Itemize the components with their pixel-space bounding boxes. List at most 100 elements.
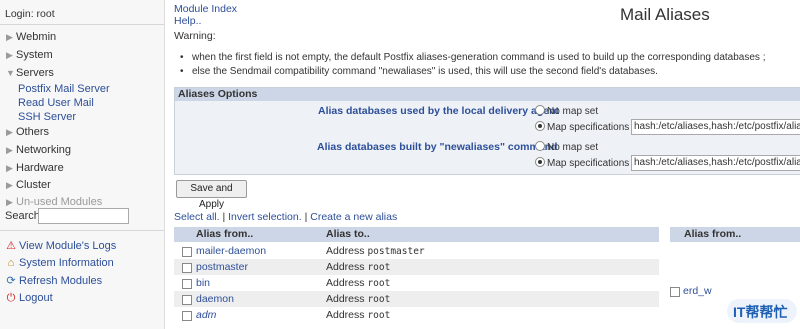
home-icon: ⌂	[7, 257, 15, 269]
module-index-link[interactable]: Module Index	[174, 3, 237, 15]
refresh-icon: ⟳	[6, 275, 16, 287]
category-servers[interactable]: ▼Servers	[6, 67, 54, 83]
row-checkbox[interactable]	[182, 279, 192, 289]
row-checkbox[interactable]	[182, 247, 192, 257]
view-logs-link[interactable]: ⚠ View Module's Logs	[5, 239, 116, 252]
logo-text: IT帮帮忙	[733, 304, 787, 320]
newaliases-map-spec-radio[interactable]: Map specifications	[535, 157, 629, 169]
alias-to-cell: Address root	[326, 277, 390, 289]
category-cluster[interactable]: ▶ Cluster	[6, 179, 51, 195]
alias-type: Address	[326, 309, 365, 321]
help-link[interactable]: Help..	[174, 15, 201, 27]
alias-target: postmaster	[367, 246, 425, 257]
radio-label: No map set	[547, 106, 599, 117]
link-label: View Module's Logs	[19, 240, 117, 252]
alias-to-cell: Address postmaster	[326, 245, 425, 257]
alias-from-link[interactable]: mailer-daemon	[196, 245, 266, 257]
refresh-modules-link[interactable]: ⟳ Refresh Modules	[5, 274, 102, 287]
alias-type: Address	[326, 245, 365, 257]
chevron-down-icon: ▼	[6, 68, 15, 78]
alias-target: root	[367, 294, 391, 305]
row-checkbox[interactable]	[182, 295, 192, 305]
page-title: Mail Aliases	[620, 5, 710, 24]
panel-header: Aliases Options	[175, 88, 800, 101]
chevron-right-icon: ▶	[6, 197, 13, 207]
category-webmin[interactable]: ▶ Webmin	[6, 31, 56, 47]
category-others[interactable]: ▶ Others	[6, 126, 49, 142]
category-label: Others	[16, 126, 50, 138]
chevron-right-icon: ▶	[6, 32, 13, 42]
table-row: daemon Address root	[174, 291, 659, 307]
sidebar-item-postfix[interactable]: Postfix Mail Server	[18, 83, 110, 95]
row-checkbox[interactable]	[182, 263, 192, 273]
table-row: mailer-daemon Address postmaster	[174, 243, 659, 259]
alias-type: Address	[326, 293, 365, 305]
radio-label: No map set	[547, 142, 599, 153]
alias-from-link[interactable]: erd_w	[683, 285, 712, 297]
category-label: Cluster	[16, 179, 51, 191]
sidebar-item-ssh-server[interactable]: SSH Server	[18, 111, 76, 123]
col-alias-from: Alias from..	[196, 228, 254, 240]
category-networking[interactable]: ▶ Networking	[6, 144, 71, 160]
newaliases-label: Alias databases built by "newaliases" co…	[317, 141, 558, 153]
col-alias-to: Alias to..	[326, 228, 370, 240]
radio-label: Map specifications	[547, 122, 630, 133]
alias-type: Address	[326, 277, 365, 289]
alias-from-link[interactable]: bin	[196, 277, 210, 289]
warning-list: when the first field is not empty, the d…	[180, 51, 765, 79]
alias-from-link[interactable]: daemon	[196, 293, 234, 305]
create-alias-link[interactable]: Create a new alias	[310, 211, 397, 223]
category-label: Networking	[16, 144, 72, 156]
warning-item: when the first field is not empty, the d…	[180, 51, 765, 65]
divider	[0, 24, 164, 25]
row-checkbox[interactable]	[670, 287, 680, 297]
table-row: bin Address root	[174, 275, 659, 291]
login-label: Login: root	[5, 8, 55, 20]
aliases-options-panel: Aliases Options Alias databases used by …	[174, 87, 800, 175]
alias-target: root	[367, 278, 391, 289]
row-checkbox[interactable]	[182, 311, 192, 321]
chevron-right-icon: ▶	[6, 180, 13, 190]
table-row: adm Address root	[174, 307, 659, 323]
local-map-field[interactable]: hash:/etc/aliases,hash:/etc/postfix/alia…	[631, 119, 800, 135]
warning-label: Warning:	[174, 30, 216, 42]
warning-item: else the Sendmail compatibility command …	[180, 65, 765, 79]
chevron-right-icon: ▶	[6, 127, 13, 137]
alias-type: Address	[326, 261, 365, 273]
col-alias-from: Alias from..	[684, 228, 742, 240]
local-no-map-radio[interactable]: No map set	[535, 105, 598, 117]
watermark-logo: IT帮帮忙	[727, 299, 797, 323]
category-system[interactable]: ▶ System	[6, 49, 53, 65]
alias-target: root	[367, 262, 391, 273]
alias-to-cell: Address root	[326, 309, 390, 321]
category-label: Hardware	[16, 162, 64, 174]
sidebar-item-read-user-mail[interactable]: Read User Mail	[18, 97, 94, 109]
category-label: Webmin	[16, 31, 57, 43]
save-and-apply-button[interactable]: Save and Apply	[176, 180, 247, 210]
alias-from-link[interactable]: postmaster	[196, 261, 248, 273]
newaliases-no-map-radio[interactable]: No map set	[535, 141, 598, 153]
table-header: Alias from..	[670, 227, 800, 242]
alias-to-cell: Address root	[326, 261, 390, 273]
separator: |	[304, 211, 308, 223]
local-map-spec-radio[interactable]: Map specifications	[535, 121, 629, 133]
select-all-link[interactable]: Select all.	[174, 211, 220, 223]
radio-off	[535, 105, 545, 115]
logout-link[interactable]: ⏻ Logout	[5, 292, 53, 305]
category-hardware[interactable]: ▶ Hardware	[6, 162, 64, 178]
alias-from-link[interactable]: adm	[196, 309, 216, 321]
chevron-right-icon: ▶	[6, 163, 13, 173]
newaliases-map-field[interactable]: hash:/etc/aliases,hash:/etc/postfix/alia…	[631, 155, 800, 171]
table-header: Alias from.. Alias to..	[174, 227, 659, 242]
radio-label: Map specifications	[547, 158, 630, 169]
link-label: Logout	[19, 292, 53, 304]
system-information-link[interactable]: ⌂ System Information	[5, 257, 114, 269]
invert-selection-link[interactable]: Invert selection.	[228, 211, 302, 223]
chevron-right-icon: ▶	[6, 145, 13, 155]
category-label: Servers	[16, 67, 54, 79]
chevron-right-icon: ▶	[6, 50, 13, 60]
local-delivery-label: Alias databases used by the local delive…	[318, 105, 560, 117]
search-input[interactable]	[38, 208, 129, 224]
main-content: Module Index Help.. Mail Aliases Warning…	[165, 0, 800, 329]
alias-target: root	[367, 310, 391, 321]
